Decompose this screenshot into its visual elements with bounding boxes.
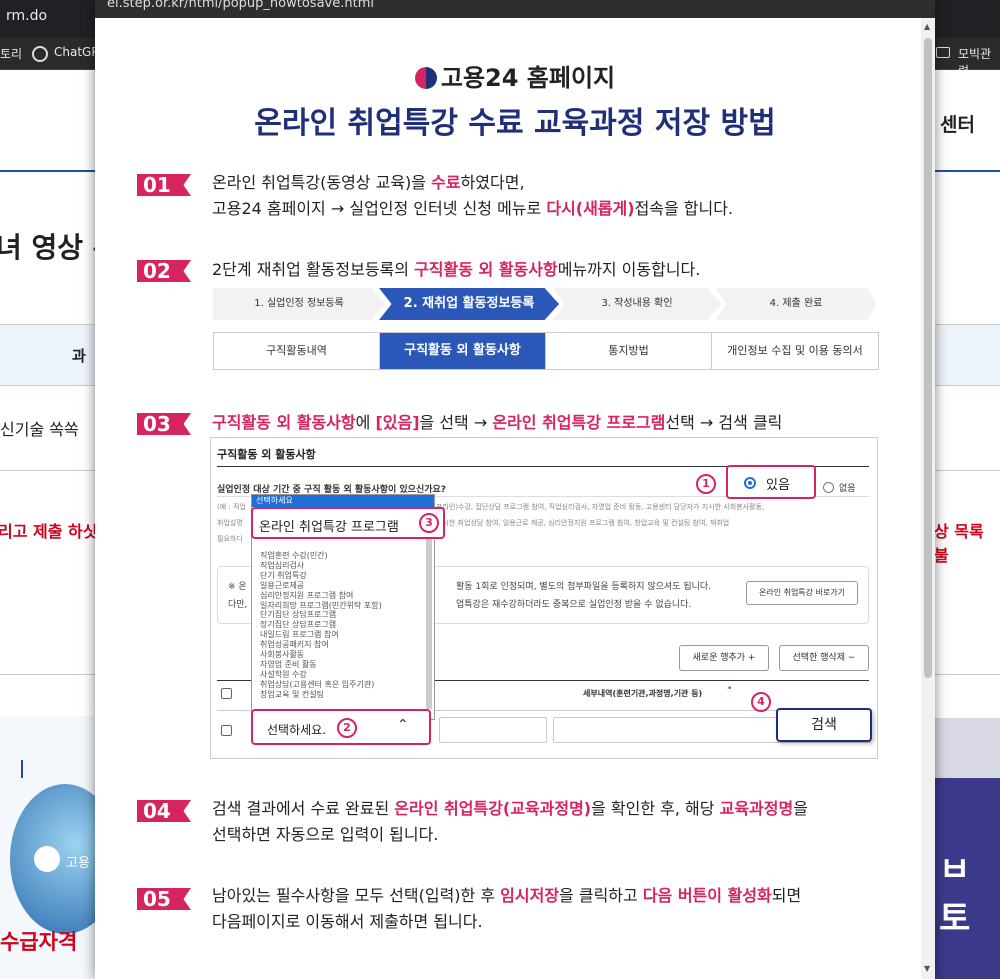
progress-steps: 1. 실업인정 정보등록 2. 재취업 활동정보등록 3. 작성내용 확인 4.… [213, 288, 877, 320]
banner-photo [935, 718, 1000, 778]
form-tabs: 구직활동내역 구직활동 외 활동사항 통지방법 개인정보 수집 및 이용 동의서 [213, 332, 879, 370]
dropdown-option[interactable]: 단기집단 상담프로그램 [260, 610, 434, 620]
detail-column-header: 세부내역(훈련기관,과정명,기관 등) [583, 689, 703, 698]
table-header-cell: 과 [72, 347, 86, 365]
step-01-badge: 01 [137, 174, 191, 196]
tab-notification[interactable]: 통지방법 [546, 333, 712, 369]
radio-yes-icon[interactable] [744, 477, 756, 489]
progress-step-3: 3. 작성내용 확인 [553, 288, 721, 320]
dropdown-option[interactable]: 일자리희망 프로그램(민간위탁 포함) [260, 601, 434, 611]
form-example-2: 취업설명 [217, 519, 243, 527]
progress-step-4: 4. 제출 완료 [715, 288, 877, 320]
step-05-badge: 05 [137, 888, 191, 910]
gov-logo-icon [414, 67, 437, 89]
banner-right[interactable]: ㅂ토 [935, 718, 1000, 979]
selected-option-label[interactable]: 온라인 취업특강 프로그램 [259, 516, 399, 535]
scroll-up-arrow[interactable]: ▲ [924, 22, 930, 31]
dropdown-option[interactable]: 단기 취업특강 [260, 571, 434, 581]
radio-no-icon[interactable] [823, 482, 834, 493]
step-02-text: 2단계 재취업 활동정보등록의 구직활동 외 활동사항메뉴까지 이동합니다. [212, 260, 701, 279]
chevron-up-icon[interactable]: ⌃ [397, 717, 409, 733]
step-03-badge: 03 [137, 413, 191, 435]
banner-bar [21, 760, 23, 778]
tab-privacy-consent[interactable]: 개인정보 수집 및 이용 동의서 [712, 333, 878, 369]
step-05-text: 남아있는 필수사항을 모두 선택(입력)한 후 임시저장을 클릭하고 다음 버튼… [212, 886, 802, 931]
notice-text-left: 리고 제출 하싯 [0, 522, 98, 541]
form-desc-1: 프라인)수강, 집단상담 프로그램 참여, 직업심리검사, 자영업 준비 활동,… [436, 503, 765, 511]
logo-text: 고용 [66, 856, 90, 871]
search-button[interactable]: 검색 [776, 708, 872, 742]
dropdown-option-placeholder[interactable]: 선택하세요 [252, 495, 434, 507]
dropdown-option[interactable]: 사설학원 수강 [260, 670, 434, 680]
dropdown-option[interactable]: 일용근로제공 [260, 581, 434, 591]
radio-no-label[interactable]: 없음 [839, 481, 856, 494]
dropdown-option[interactable]: 취업상담(고용센터 혹은 입주기관) [260, 680, 434, 690]
folder-icon [936, 47, 950, 58]
popup-address-bar: ei.step.or.kr/html/popup_howtosave.html [95, 0, 935, 18]
form-desc-2: 실시한 취업상담 참여, 일용근로 제공, 심리안정지원 프로그램 참여, 창업… [436, 519, 730, 527]
progress-step-2: 2. 재취업 활동정보등록 [379, 288, 559, 320]
dropdown-scrollbar[interactable] [426, 509, 432, 709]
step-01-text: 온라인 취업특강(동영상 교육)을 수료하였다면, 고용24 홈페이지 → 실업… [212, 173, 734, 218]
required-mark: • [727, 684, 733, 694]
table-row-text[interactable]: 신기술 쏙쏙 [0, 416, 79, 440]
dropdown-option[interactable]: 장기집단 상담프로그램 [260, 620, 434, 630]
tab-other-activity[interactable]: 구직활동 외 활동사항 [380, 333, 546, 369]
dropdown-option[interactable]: 내일드림 프로그램 참여 [260, 630, 434, 640]
row-checkbox[interactable] [221, 725, 232, 736]
notice-left-2: 다만, [228, 600, 248, 610]
chatgpt-icon [32, 46, 48, 62]
address-url[interactable]: ei.step.or.kr/html/popup_howtosave.html [107, 0, 374, 11]
logo-icon [34, 846, 60, 872]
banner-right-text: ㅂ토 [939, 850, 971, 939]
step-04-text: 검색 결과에서 수료 완료된 온라인 취업특강(교육과정명)을 확인한 후, 해… [212, 799, 808, 844]
brand-text: 고용24 홈페이지 [440, 64, 616, 92]
marker-3: 3 [419, 513, 439, 533]
online-lecture-shortcut-button[interactable]: 온라인 취업특강 바로가기 [746, 581, 858, 605]
bookmark-chatgpt[interactable]: ChatGP [54, 45, 99, 59]
scroll-down-arrow[interactable]: ▼ [924, 964, 930, 973]
howtosave-popup: ei.step.or.kr/html/popup_howtosave.html … [95, 0, 935, 979]
page-title: 온라인 취업특강 수료 교육과정 저장 방법 [254, 106, 776, 141]
notice-line-1: 활동 1회로 인정되며, 별도의 첨부파일을 등록하지 않으셔도 됩니다. [456, 582, 712, 592]
radio-yes-label[interactable]: 있음 [766, 474, 790, 493]
dropdown-option[interactable]: 심리안정지원 프로그램 참여 [260, 591, 434, 601]
marker-1: 1 [696, 474, 716, 494]
selected-option-highlight[interactable]: 온라인 취업특강 프로그램 3 [251, 507, 445, 539]
notice-line-2: 업특강은 재수강하더라도 중복으로 실업인정 받을 수 없습니다. [456, 600, 692, 610]
notice-left-1: ※ 온 [228, 582, 247, 592]
tab-job-activity[interactable]: 구직활동내역 [214, 333, 380, 369]
dropdown-option[interactable]: 직업심리검사 [260, 561, 434, 571]
step-02-badge: 02 [137, 260, 191, 282]
activity-select-highlight[interactable]: 선택하세요. 2 ⌃ [251, 709, 431, 745]
dropdown-option[interactable]: 직업훈련 수강(민간) [260, 551, 434, 561]
header-link[interactable]: 센터 [940, 110, 975, 137]
radio-yes-highlight[interactable]: 있음 [726, 465, 816, 499]
step-03-text: 구직활동 외 활동사항에 [있음]을 선택 → 온라인 취업특강 프로그램선택 … [212, 413, 783, 432]
bookmark-item[interactable]: 토리 [0, 45, 22, 62]
select-all-checkbox[interactable] [221, 688, 232, 699]
step-04-badge: 04 [137, 800, 191, 822]
dropdown-option[interactable]: 사회봉사활동 [260, 650, 434, 660]
brand-heading: 고용24 홈페이지 [95, 58, 935, 93]
bottom-left-text: 수급자격 [0, 930, 78, 954]
select-placeholder[interactable]: 선택하세요. [267, 721, 326, 738]
dropdown-option[interactable]: 자영업 준비 활동 [260, 660, 434, 670]
form-example-1: (예 : 직업 [217, 503, 246, 511]
row-input-1[interactable] [439, 717, 547, 743]
browser-tab-title[interactable]: rm.do [6, 8, 47, 24]
notice-text-right: 상 목록 불 [934, 522, 984, 565]
marker-4: 4 [751, 692, 771, 712]
dropdown-option[interactable]: 창업교육 및 컨설팅 [260, 690, 434, 700]
delete-row-button[interactable]: 선택한 행삭제 − [779, 645, 869, 671]
form-example-3: 필요하다 [217, 535, 243, 543]
progress-step-1: 1. 실업인정 정보등록 [213, 288, 385, 320]
marker-2: 2 [337, 718, 357, 738]
dropdown-option[interactable]: 취업성공패키지 참여 [260, 640, 434, 650]
add-row-button[interactable]: 새로운 행추가 + [679, 645, 769, 671]
form-header: 구직활동 외 활동사항 [217, 448, 316, 461]
